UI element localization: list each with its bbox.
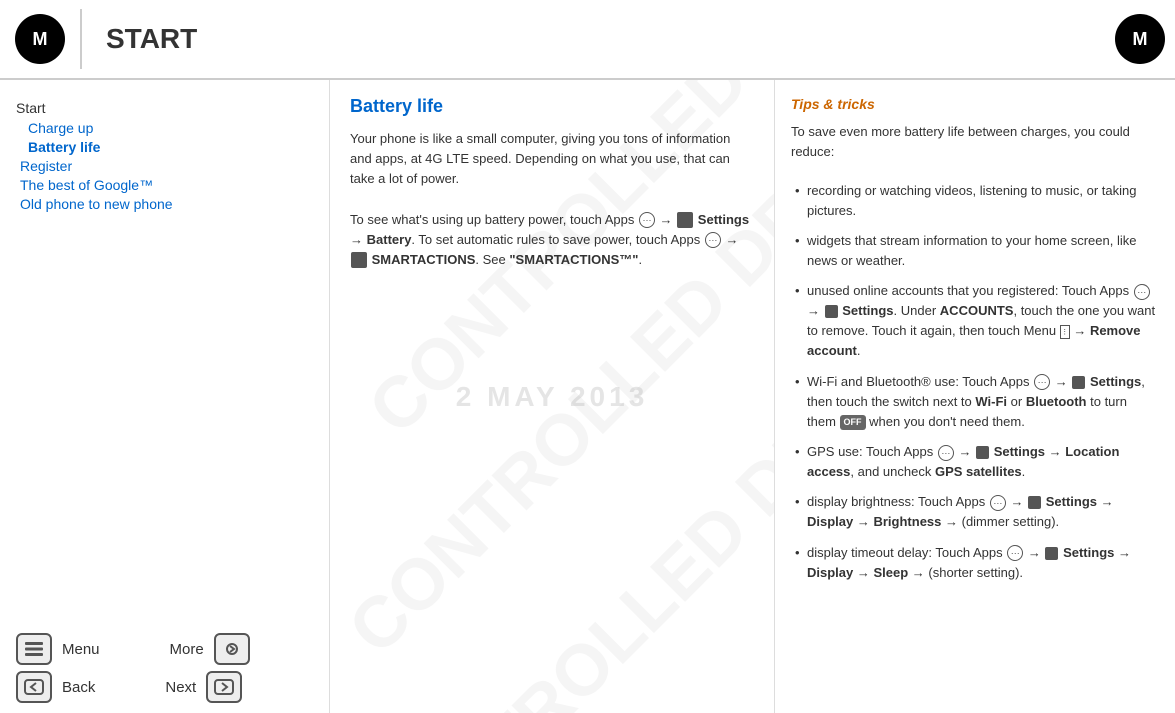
settings-label-4: Settings [994, 444, 1045, 459]
header: M START M [0, 0, 1175, 80]
display-label-1: Display [807, 514, 853, 529]
apps-icon-5: ⋯ [938, 445, 954, 461]
motorola-logo: M [15, 14, 65, 64]
bottom-row-back: Back Next [16, 671, 329, 703]
apps-icon-7: ⋯ [1007, 545, 1023, 561]
next-label: Next [165, 679, 196, 696]
brightness-label: Brightness [873, 514, 941, 529]
settings-icon-4 [976, 446, 989, 459]
sidebar-item-charge-up[interactable]: Charge up [28, 120, 329, 136]
tip-item-5: GPS use: Touch Apps ⋯ → Settings → Locat… [795, 442, 1159, 482]
content-para2: To see what's using up battery power, to… [350, 210, 754, 270]
settings-label-6: Settings [1063, 545, 1114, 560]
content-title: Battery life [350, 96, 754, 117]
tip-item-7: display timeout delay: Touch Apps ⋯ → Se… [795, 543, 1159, 583]
sidebar: Start Charge up Battery life Register Th… [0, 80, 330, 713]
remove-account-label: Remove account [807, 323, 1141, 358]
main-area: Start Charge up Battery life Register Th… [0, 80, 1175, 713]
apps-icon-3: ⋯ [1134, 284, 1150, 300]
off-badge: OFF [840, 415, 866, 431]
menu-button[interactable] [16, 633, 52, 665]
tip-item-2: widgets that stream information to your … [795, 231, 1159, 271]
next-button[interactable] [206, 671, 242, 703]
center-column: CONTROLLED DRAFT CONTROLLED DRAFT CONTRO… [330, 80, 775, 713]
sidebar-item-register[interactable]: Register [20, 158, 329, 174]
more-label: More [170, 641, 204, 658]
content-para1: Your phone is like a small computer, giv… [350, 129, 754, 189]
settings-icon-3 [1072, 376, 1085, 389]
menu-label: Menu [62, 641, 100, 658]
sidebar-bottom-nav: Menu More [16, 623, 329, 713]
bottom-row-menu: Menu More [16, 633, 329, 665]
gps-satellites-label: GPS satellites [935, 464, 1022, 479]
tip-item-3: unused online accounts that you register… [795, 281, 1159, 362]
sidebar-item-battery-life[interactable]: Battery life [28, 139, 329, 155]
accounts-label: ACCOUNTS [940, 303, 1014, 318]
sidebar-item-best-of-google[interactable]: The best of Google™ [20, 177, 329, 193]
content-area: Battery life Your phone is like a small … [330, 80, 774, 713]
settings-icon-1 [677, 212, 693, 228]
motorola-logo-right: M [1115, 14, 1165, 64]
apps-icon-1: ⋯ [639, 212, 655, 228]
sidebar-nav: Start Charge up Battery life Register Th… [16, 100, 329, 623]
settings-icon-2 [825, 305, 838, 318]
right-column: Tips & tricks To save even more battery … [775, 80, 1175, 713]
battery-label: Battery [367, 232, 412, 247]
tip-item-1: recording or watching videos, listening … [795, 181, 1159, 221]
content-body: Your phone is like a small computer, giv… [350, 129, 754, 270]
menu-dots-icon: ⋮ [1060, 325, 1070, 339]
apps-icon-2: ⋯ [705, 232, 721, 248]
settings-label-1: Settings [698, 212, 749, 227]
more-group: More [170, 633, 250, 665]
svg-text:M: M [33, 29, 48, 49]
logo-right: M [1055, 14, 1175, 64]
logo-left: M [0, 4, 80, 74]
wifi-label: Wi-Fi [975, 394, 1007, 409]
display-label-2: Display [807, 565, 853, 580]
apps-icon-4: ⋯ [1034, 374, 1050, 390]
next-group: Next [165, 671, 242, 703]
settings-icon-6 [1045, 547, 1058, 560]
tip-item-4: Wi-Fi and Bluetooth® use: Touch Apps ⋯ →… [795, 372, 1159, 432]
page-title: START [82, 23, 1055, 55]
tips-intro-text: To save even more battery life between c… [791, 122, 1159, 161]
settings-icon-5 [1028, 496, 1041, 509]
settings-label-3: Settings [1090, 374, 1141, 389]
tips-list: recording or watching videos, listening … [791, 181, 1159, 583]
sidebar-item-old-phone[interactable]: Old phone to new phone [20, 196, 329, 212]
smartactions-icon [351, 252, 367, 268]
back-button[interactable] [16, 671, 52, 703]
more-button[interactable] [214, 633, 250, 665]
settings-label-5: Settings [1046, 494, 1097, 509]
tips-intro: To save even more battery life between c… [791, 122, 1159, 583]
tip-item-6: display brightness: Touch Apps ⋯ → Setti… [795, 492, 1159, 532]
settings-label-2: Settings [842, 303, 893, 318]
sidebar-item-start[interactable]: Start [16, 100, 329, 116]
svg-text:M: M [1133, 29, 1148, 49]
smartactions-quote: "SMARTACTIONS™" [509, 252, 638, 267]
bluetooth-label: Bluetooth [1026, 394, 1087, 409]
apps-icon-6: ⋯ [990, 495, 1006, 511]
tips-title: Tips & tricks [791, 96, 1159, 112]
sleep-label: Sleep [873, 565, 908, 580]
back-label: Back [62, 679, 95, 696]
smartactions-label: SMARTACTIONS [372, 252, 476, 267]
